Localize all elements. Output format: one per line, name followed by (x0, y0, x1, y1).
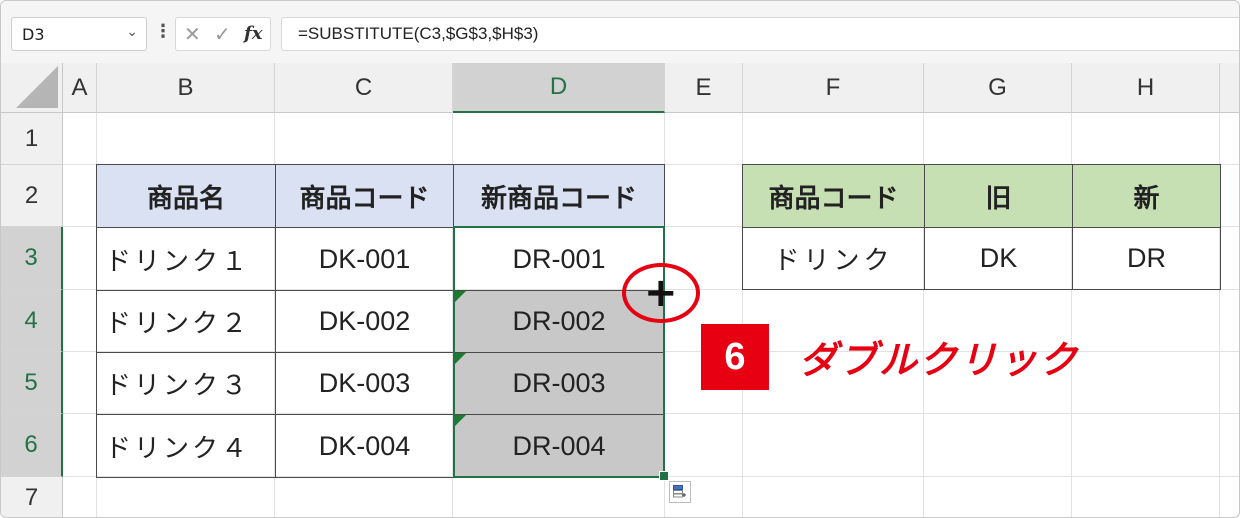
table-cell-d5[interactable]: DR-003 (453, 352, 665, 415)
formula-bar: D3 ⌄ ⋮ ✕ ✓ fx =SUBSTITUTE(C3,$G$3,$H$3) (1, 1, 1239, 64)
table-header-product-name[interactable]: 商品名 (96, 164, 276, 228)
formula-input[interactable]: =SUBSTITUTE(C3,$G$3,$H$3) (281, 17, 1239, 51)
column-header-c[interactable]: C (275, 63, 453, 113)
lookup-header-product-code[interactable]: 商品コード (742, 164, 925, 228)
lookup-cell-f3[interactable]: ドリンク (742, 227, 925, 290)
table-header-product-code[interactable]: 商品コード (275, 164, 454, 228)
column-header-f[interactable]: F (743, 63, 924, 113)
table-cell-d6[interactable]: DR-004 (453, 414, 665, 478)
fill-handle[interactable] (659, 471, 669, 481)
formula-text: =SUBSTITUTE(C3,$G$3,$H$3) (298, 24, 539, 43)
cancel-icon[interactable]: ✕ (184, 22, 201, 46)
spreadsheet-window: D3 ⌄ ⋮ ✕ ✓ fx =SUBSTITUTE(C3,$G$3,$H$3) … (0, 0, 1240, 518)
chevron-down-icon[interactable]: ⌄ (126, 24, 138, 40)
table-cell-b3[interactable]: ドリンク１ (96, 227, 276, 291)
table-header-new-product-code[interactable]: 新商品コード (453, 164, 665, 228)
table-cell-c5[interactable]: DK-003 (275, 352, 454, 415)
double-click-instruction: ダブルクリック (799, 338, 1080, 382)
table-cell-c4[interactable]: DK-002 (275, 290, 454, 353)
auto-fill-options-icon (673, 485, 686, 498)
error-indicator-icon (454, 415, 466, 427)
error-indicator-icon (454, 291, 466, 303)
name-box[interactable]: D3 ⌄ (11, 17, 147, 51)
row-header-7[interactable]: 7 (1, 477, 63, 517)
fill-cursor-icon: + (644, 270, 678, 316)
formula-buttons: ✕ ✓ fx (175, 17, 271, 51)
step-number-badge: 6 (701, 324, 769, 390)
table-cell-b6[interactable]: ドリンク４ (96, 414, 276, 478)
table-cell-c6[interactable]: DK-004 (275, 414, 454, 478)
table-cell-b4[interactable]: ドリンク２ (96, 290, 276, 353)
name-box-value: D3 (22, 25, 45, 44)
table-cell-b5[interactable]: ドリンク３ (96, 352, 276, 415)
row-header-6[interactable]: 6 (1, 414, 63, 477)
row-header-1[interactable]: 1 (1, 113, 63, 165)
lookup-cell-g3[interactable]: DK (924, 227, 1073, 290)
row-header-2[interactable]: 2 (1, 165, 63, 227)
check-icon[interactable]: ✓ (214, 22, 231, 46)
cell-value: DR-004 (512, 430, 606, 461)
column-header-a[interactable]: A (63, 63, 97, 113)
lookup-header-new[interactable]: 新 (1072, 164, 1221, 228)
row-header-3[interactable]: 3 (1, 227, 63, 290)
lookup-header-old[interactable]: 旧 (924, 164, 1073, 228)
error-indicator-icon (454, 353, 466, 365)
table-cell-c3[interactable]: DK-001 (275, 227, 454, 291)
auto-fill-options-button[interactable] (669, 481, 691, 503)
column-header-i[interactable] (1220, 63, 1239, 113)
column-header-d[interactable]: D (453, 63, 665, 113)
insert-function-icon[interactable]: fx (244, 23, 262, 44)
cell-value: DR-003 (512, 368, 606, 398)
lookup-cell-h3[interactable]: DR (1072, 227, 1221, 290)
more-options-icon[interactable]: ⋮ (154, 21, 172, 42)
column-header-h[interactable]: H (1072, 63, 1220, 113)
column-header-g[interactable]: G (924, 63, 1072, 113)
column-header-b[interactable]: B (97, 63, 275, 113)
cell-value: DR-002 (512, 306, 606, 336)
select-all-button[interactable] (1, 63, 63, 113)
column-header-e[interactable]: E (665, 63, 743, 113)
row-header-4[interactable]: 4 (1, 290, 63, 352)
row-header-5[interactable]: 5 (1, 352, 63, 414)
select-all-triangle-icon (16, 66, 58, 108)
